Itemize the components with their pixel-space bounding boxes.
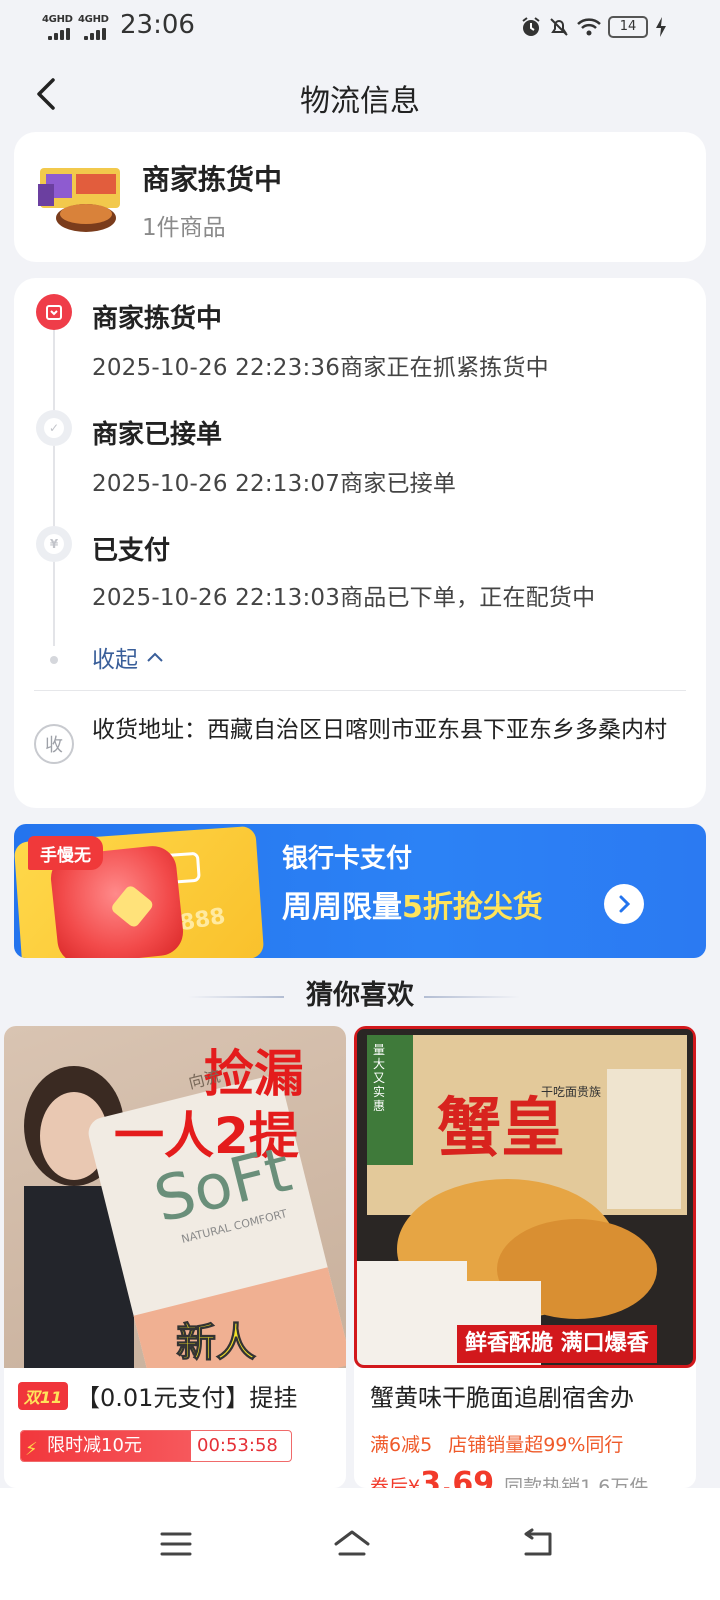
- receive-icon: 收: [34, 724, 74, 764]
- bank-card-promo-banner[interactable]: 888 手慢无 银行卡支付 周周限量5折抢尖货: [14, 824, 706, 958]
- product-title: 【0.01元支付】提挂: [76, 1384, 298, 1412]
- banner-subtitle-a: 周周限量: [282, 890, 402, 925]
- banner-subtitle: 周周限量5折抢尖货: [282, 882, 543, 926]
- check-icon: ✓: [36, 410, 72, 446]
- delivery-address: 收货地址：西藏自治区日喀则市亚东县下亚东乡多桑内村: [92, 717, 667, 743]
- step-desc: 2025-10-26 22:13:03商品已下单，正在配货中: [92, 585, 596, 611]
- clock: 23:06: [120, 10, 195, 40]
- battery-icon: 14: [608, 16, 648, 38]
- double-11-badge: 双11: [18, 1382, 68, 1410]
- recommend-title: 猜你喜欢: [306, 980, 414, 1011]
- wifi-icon: [577, 18, 601, 36]
- product-image: 蟹皇 干吃面贵族 量大又实惠 鲜香酥脆 满口爆香: [354, 1026, 696, 1368]
- product-title: 蟹黄味干脆面追剧宿舍办: [370, 1384, 634, 1412]
- product-tags: 满6减5 店铺销量超99%同行: [370, 1430, 623, 1457]
- price-value: 3.69: [420, 1466, 495, 1488]
- step-desc: 2025-10-26 22:23:36商家正在抓紧拣货中: [92, 355, 549, 381]
- page-title: 物流信息: [300, 84, 420, 119]
- currency-symbol: ¥: [408, 1476, 421, 1488]
- price-prefix: 券后: [370, 1476, 409, 1488]
- status-bar: 4GHD 4GHD 23:06 14: [0, 0, 720, 56]
- promo-tag: 满6减5: [370, 1434, 433, 1456]
- collapse-label: 收起: [92, 647, 138, 673]
- step-title: 已支付: [92, 536, 171, 566]
- countdown-timer: 00:53:58: [197, 1435, 278, 1456]
- card-number: 888: [177, 903, 228, 937]
- signal-label: 4GHD: [78, 14, 109, 25]
- collapse-button[interactable]: 收起: [92, 640, 164, 674]
- timeline-line: [53, 310, 55, 646]
- nav-bar: 物流信息: [0, 56, 720, 132]
- back-nav-icon: [524, 1528, 552, 1556]
- divider: [34, 690, 686, 691]
- home-button[interactable]: [322, 1514, 382, 1574]
- alarm-icon: [522, 17, 540, 36]
- price-line: 券后¥3.69 同款热销1.6万件: [370, 1466, 648, 1488]
- back-nav-button[interactable]: [508, 1514, 568, 1574]
- menu-button[interactable]: [146, 1514, 206, 1574]
- order-card[interactable]: 商家拣货中 1件商品: [14, 132, 706, 262]
- item-count: 1件商品: [142, 215, 226, 241]
- product-card[interactable]: 捡漏 一人2提 SoFt NATURAL COMFORT 向流 新人0.01 双…: [4, 1026, 346, 1488]
- menu-icon: [160, 1532, 192, 1556]
- promo-tag: 手慢无: [28, 836, 103, 870]
- yuan-icon: ¥: [36, 526, 72, 562]
- home-icon: [334, 1530, 370, 1556]
- chevron-right-icon[interactable]: [604, 884, 644, 924]
- banner-title: 银行卡支付: [282, 844, 413, 874]
- flash-sale-bar: ⚡ 限时减10元 00:53:58: [20, 1430, 292, 1462]
- product-image-text: 干吃面贵族: [541, 1085, 602, 1099]
- chevron-up-icon: [147, 652, 163, 662]
- product-image-text: 新人0.01: [176, 1320, 276, 1369]
- signal-label: 4GHD: [42, 14, 73, 25]
- system-nav-bar: [0, 1488, 720, 1600]
- product-card[interactable]: 蟹皇 干吃面贵族 量大又实惠 鲜香酥脆 满口爆香 蟹黄味干脆面追剧宿舍办 满6减…: [354, 1026, 696, 1488]
- step-title: 商家拣货中: [92, 304, 223, 334]
- step-title: 商家已接单: [92, 420, 223, 450]
- product-image-text: 量大又实惠: [373, 1043, 386, 1113]
- banner-subtitle-highlight: 5折抢尖货: [402, 890, 543, 925]
- recommend-header: 猜你喜欢: [0, 974, 720, 1018]
- product-thumbnail: [38, 168, 120, 232]
- timeline-end-dot: [50, 656, 58, 664]
- tracking-card: 商家拣货中 2025-10-26 22:23:36商家正在抓紧拣货中 ✓ 商家已…: [14, 278, 706, 808]
- product-image-slogan: 鲜香酥脆 满口爆香: [457, 1325, 657, 1363]
- product-image: 捡漏 一人2提 SoFt NATURAL COMFORT 向流 新人0.01: [4, 1026, 346, 1368]
- promo-tag: 店铺销量超99%同行: [448, 1434, 624, 1456]
- package-icon: [36, 294, 72, 330]
- mute-icon: [550, 18, 568, 36]
- lightning-icon: ⚡: [25, 1439, 38, 1460]
- sold-count: 同款热销1.6万件: [504, 1476, 649, 1488]
- flash-sale-label: 限时减10元: [47, 1435, 142, 1456]
- order-status: 商家拣货中: [142, 163, 283, 196]
- charging-icon: [656, 17, 666, 37]
- step-desc: 2025-10-26 22:13:07商家已接单: [92, 471, 457, 497]
